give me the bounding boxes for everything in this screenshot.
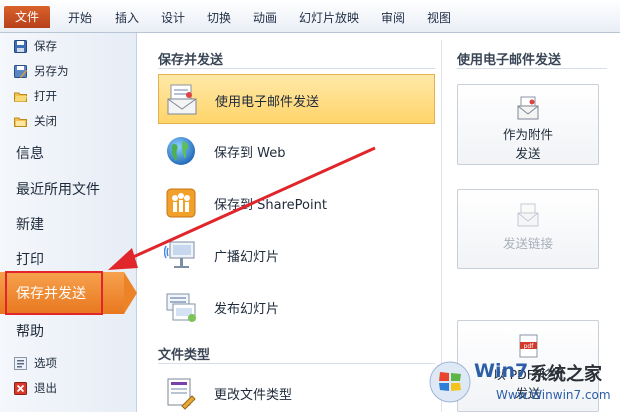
file-types-title: 文件类型	[158, 348, 211, 363]
broadcast-slides-item[interactable]: 广播幻灯片	[158, 230, 435, 280]
watermark: Win7 系统之家 Www.Winwin7.com	[426, 354, 620, 412]
svg-text:pdf: pdf	[524, 343, 535, 350]
nav-open-label: 打开	[34, 89, 57, 103]
tab-slideshow[interactable]: 幻灯片放映	[299, 9, 359, 26]
save-to-web-item[interactable]: 保存到 Web	[158, 126, 435, 176]
tab-view[interactable]: 视图	[427, 9, 451, 26]
nav-close-label: 关闭	[34, 114, 57, 128]
tab-transitions[interactable]: 切换	[207, 9, 231, 26]
watermark-logo-text: Win7	[474, 360, 529, 382]
save-as-icon	[14, 64, 27, 78]
broadcast-slides-label: 广播幻灯片	[214, 250, 280, 265]
email-send-label: 使用电子邮件发送	[215, 95, 320, 110]
email-pane-title: 使用电子邮件发送	[457, 53, 562, 68]
globe-icon	[164, 134, 198, 168]
divider	[457, 68, 607, 69]
publish-slides-icon	[164, 290, 198, 324]
nav-options[interactable]: 选项	[14, 353, 57, 373]
close-folder-icon	[14, 115, 27, 128]
link-icon	[458, 190, 598, 234]
change-file-type-icon	[164, 376, 198, 410]
nav-new[interactable]: 新建	[16, 214, 44, 234]
watermark-url: Www.Winwin7.com	[496, 388, 611, 402]
save-to-sharepoint-item[interactable]: 保存到 SharePoint	[158, 178, 435, 228]
send-link-button[interactable]: 发送链接	[457, 189, 599, 269]
change-file-type-label: 更改文件类型	[214, 388, 293, 403]
email-send-item[interactable]: 使用电子邮件发送	[158, 74, 442, 124]
tab-animations[interactable]: 动画	[253, 9, 277, 26]
tab-file[interactable]: 文件	[4, 6, 50, 28]
windows-logo-icon	[429, 361, 471, 403]
divider	[158, 68, 435, 69]
sharepoint-icon	[164, 186, 198, 220]
floppy-disk-icon	[14, 39, 27, 53]
send-as-attachment-label-1: 作为附件	[502, 127, 553, 142]
email-send-icon	[165, 83, 199, 117]
nav-save[interactable]: 保存	[14, 36, 57, 56]
red-highlight-box	[5, 271, 103, 315]
divider	[158, 363, 435, 364]
publish-slides-label: 发布幻灯片	[214, 302, 280, 317]
open-folder-icon	[14, 90, 27, 103]
nav-close[interactable]: 关闭	[14, 111, 57, 131]
nav-save-as-label: 另存为	[34, 64, 69, 78]
tab-home[interactable]: 开始	[68, 9, 92, 26]
save-to-web-label: 保存到 Web	[214, 146, 286, 161]
send-link-label: 发送链接	[502, 236, 553, 251]
attachment-icon	[458, 85, 598, 125]
save-to-sharepoint-label: 保存到 SharePoint	[214, 198, 327, 213]
change-file-type-item[interactable]: 更改文件类型	[158, 368, 435, 418]
nav-save-label: 保存	[34, 39, 57, 53]
nav-exit-label: 退出	[34, 381, 57, 395]
nav-recent[interactable]: 最近所用文件	[16, 179, 100, 199]
nav-help[interactable]: 帮助	[16, 321, 44, 341]
broadcast-icon	[163, 238, 198, 272]
save-send-title: 保存并发送	[158, 53, 224, 68]
watermark-site-name: 系统之家	[530, 364, 602, 385]
exit-icon	[14, 381, 27, 395]
nav-print[interactable]: 打印	[16, 249, 44, 269]
tab-design[interactable]: 设计	[161, 9, 185, 26]
publish-slides-item[interactable]: 发布幻灯片	[158, 282, 435, 332]
ribbon-tab-bar: 文件 开始 插入 设计 切换 动画 幻灯片放映 审阅 视图	[0, 0, 620, 33]
nav-active-pointer	[124, 272, 137, 314]
nav-options-label: 选项	[34, 356, 57, 370]
send-as-attachment-button[interactable]: 作为附件 发送	[457, 84, 599, 165]
nav-save-as[interactable]: 另存为	[14, 61, 69, 81]
nav-exit[interactable]: 退出	[14, 378, 57, 398]
options-icon	[14, 356, 27, 370]
nav-open[interactable]: 打开	[14, 86, 57, 106]
tab-insert[interactable]: 插入	[115, 9, 139, 26]
nav-info[interactable]: 信息	[16, 143, 44, 163]
send-as-attachment-label-2: 发送	[515, 146, 541, 161]
tab-review[interactable]: 审阅	[381, 9, 405, 26]
